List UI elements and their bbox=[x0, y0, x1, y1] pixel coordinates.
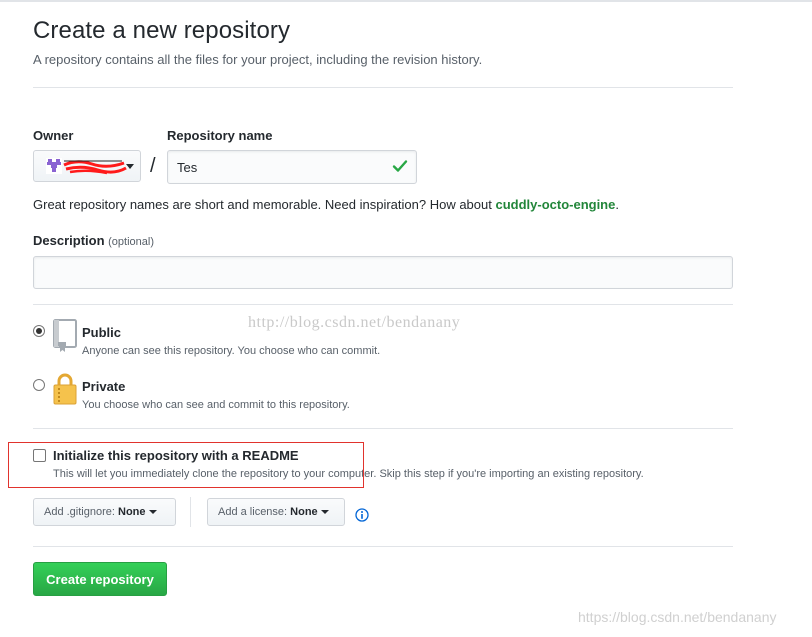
repo-name-label: Repository name bbox=[167, 128, 273, 143]
public-title: Public bbox=[82, 325, 122, 340]
private-title: Private bbox=[82, 379, 126, 394]
info-icon[interactable] bbox=[355, 508, 369, 522]
submit-divider bbox=[33, 546, 733, 547]
lock-icon bbox=[53, 373, 77, 405]
owner-avatar bbox=[46, 158, 62, 174]
gitignore-dropdown[interactable]: Add .gitignore: None bbox=[33, 498, 176, 526]
visibility-divider-top bbox=[33, 304, 733, 305]
public-description: Anyone can see this repository. You choo… bbox=[82, 345, 381, 357]
owner-select[interactable] bbox=[33, 150, 141, 182]
private-radio[interactable] bbox=[33, 379, 45, 391]
chevron-down-icon bbox=[320, 510, 329, 515]
page-description: A repository contains all the files for … bbox=[33, 52, 483, 67]
owner-label: Owner bbox=[33, 128, 74, 143]
description-label-text: Description bbox=[33, 233, 105, 248]
repo-book-icon bbox=[53, 319, 77, 352]
owner-name-redaction bbox=[63, 160, 127, 175]
annotation-highlight-box bbox=[8, 442, 364, 488]
license-dropdown[interactable]: Add a license: None bbox=[207, 498, 345, 526]
visibility-divider-bottom bbox=[33, 428, 733, 429]
name-suggestion-link[interactable]: cuddly-octo-engine bbox=[495, 197, 615, 212]
watermark-center: http://blog.csdn.net/bendanany bbox=[248, 314, 461, 331]
public-radio[interactable] bbox=[33, 325, 45, 337]
gitignore-prefix: Add .gitignore: bbox=[44, 506, 115, 518]
optional-hint: (optional) bbox=[108, 236, 154, 248]
note-text: Great repository names are short and mem… bbox=[33, 197, 496, 212]
watermark-corner: https://blog.csdn.net/bendanany bbox=[578, 609, 777, 625]
description-label: Description (optional) bbox=[33, 233, 154, 248]
dropdown-separator bbox=[190, 497, 191, 527]
repo-name-note: Great repository names are short and mem… bbox=[33, 197, 619, 212]
header-divider bbox=[33, 87, 733, 88]
license-value: None bbox=[290, 506, 318, 518]
check-icon bbox=[392, 160, 408, 172]
gitignore-value: None bbox=[118, 506, 146, 518]
license-prefix: Add a license: bbox=[218, 506, 288, 518]
note-suffix: . bbox=[615, 197, 619, 212]
top-border bbox=[0, 0, 812, 2]
owner-repo-separator: / bbox=[150, 155, 156, 177]
repository-name-input[interactable] bbox=[167, 150, 417, 184]
private-description: You choose who can see and commit to thi… bbox=[82, 399, 350, 411]
description-input[interactable] bbox=[33, 256, 733, 289]
chevron-down-icon bbox=[148, 510, 157, 515]
page-title: Create a new repository bbox=[33, 17, 291, 44]
create-repository-button[interactable]: Create repository bbox=[33, 562, 167, 596]
chevron-down-icon bbox=[126, 164, 134, 169]
